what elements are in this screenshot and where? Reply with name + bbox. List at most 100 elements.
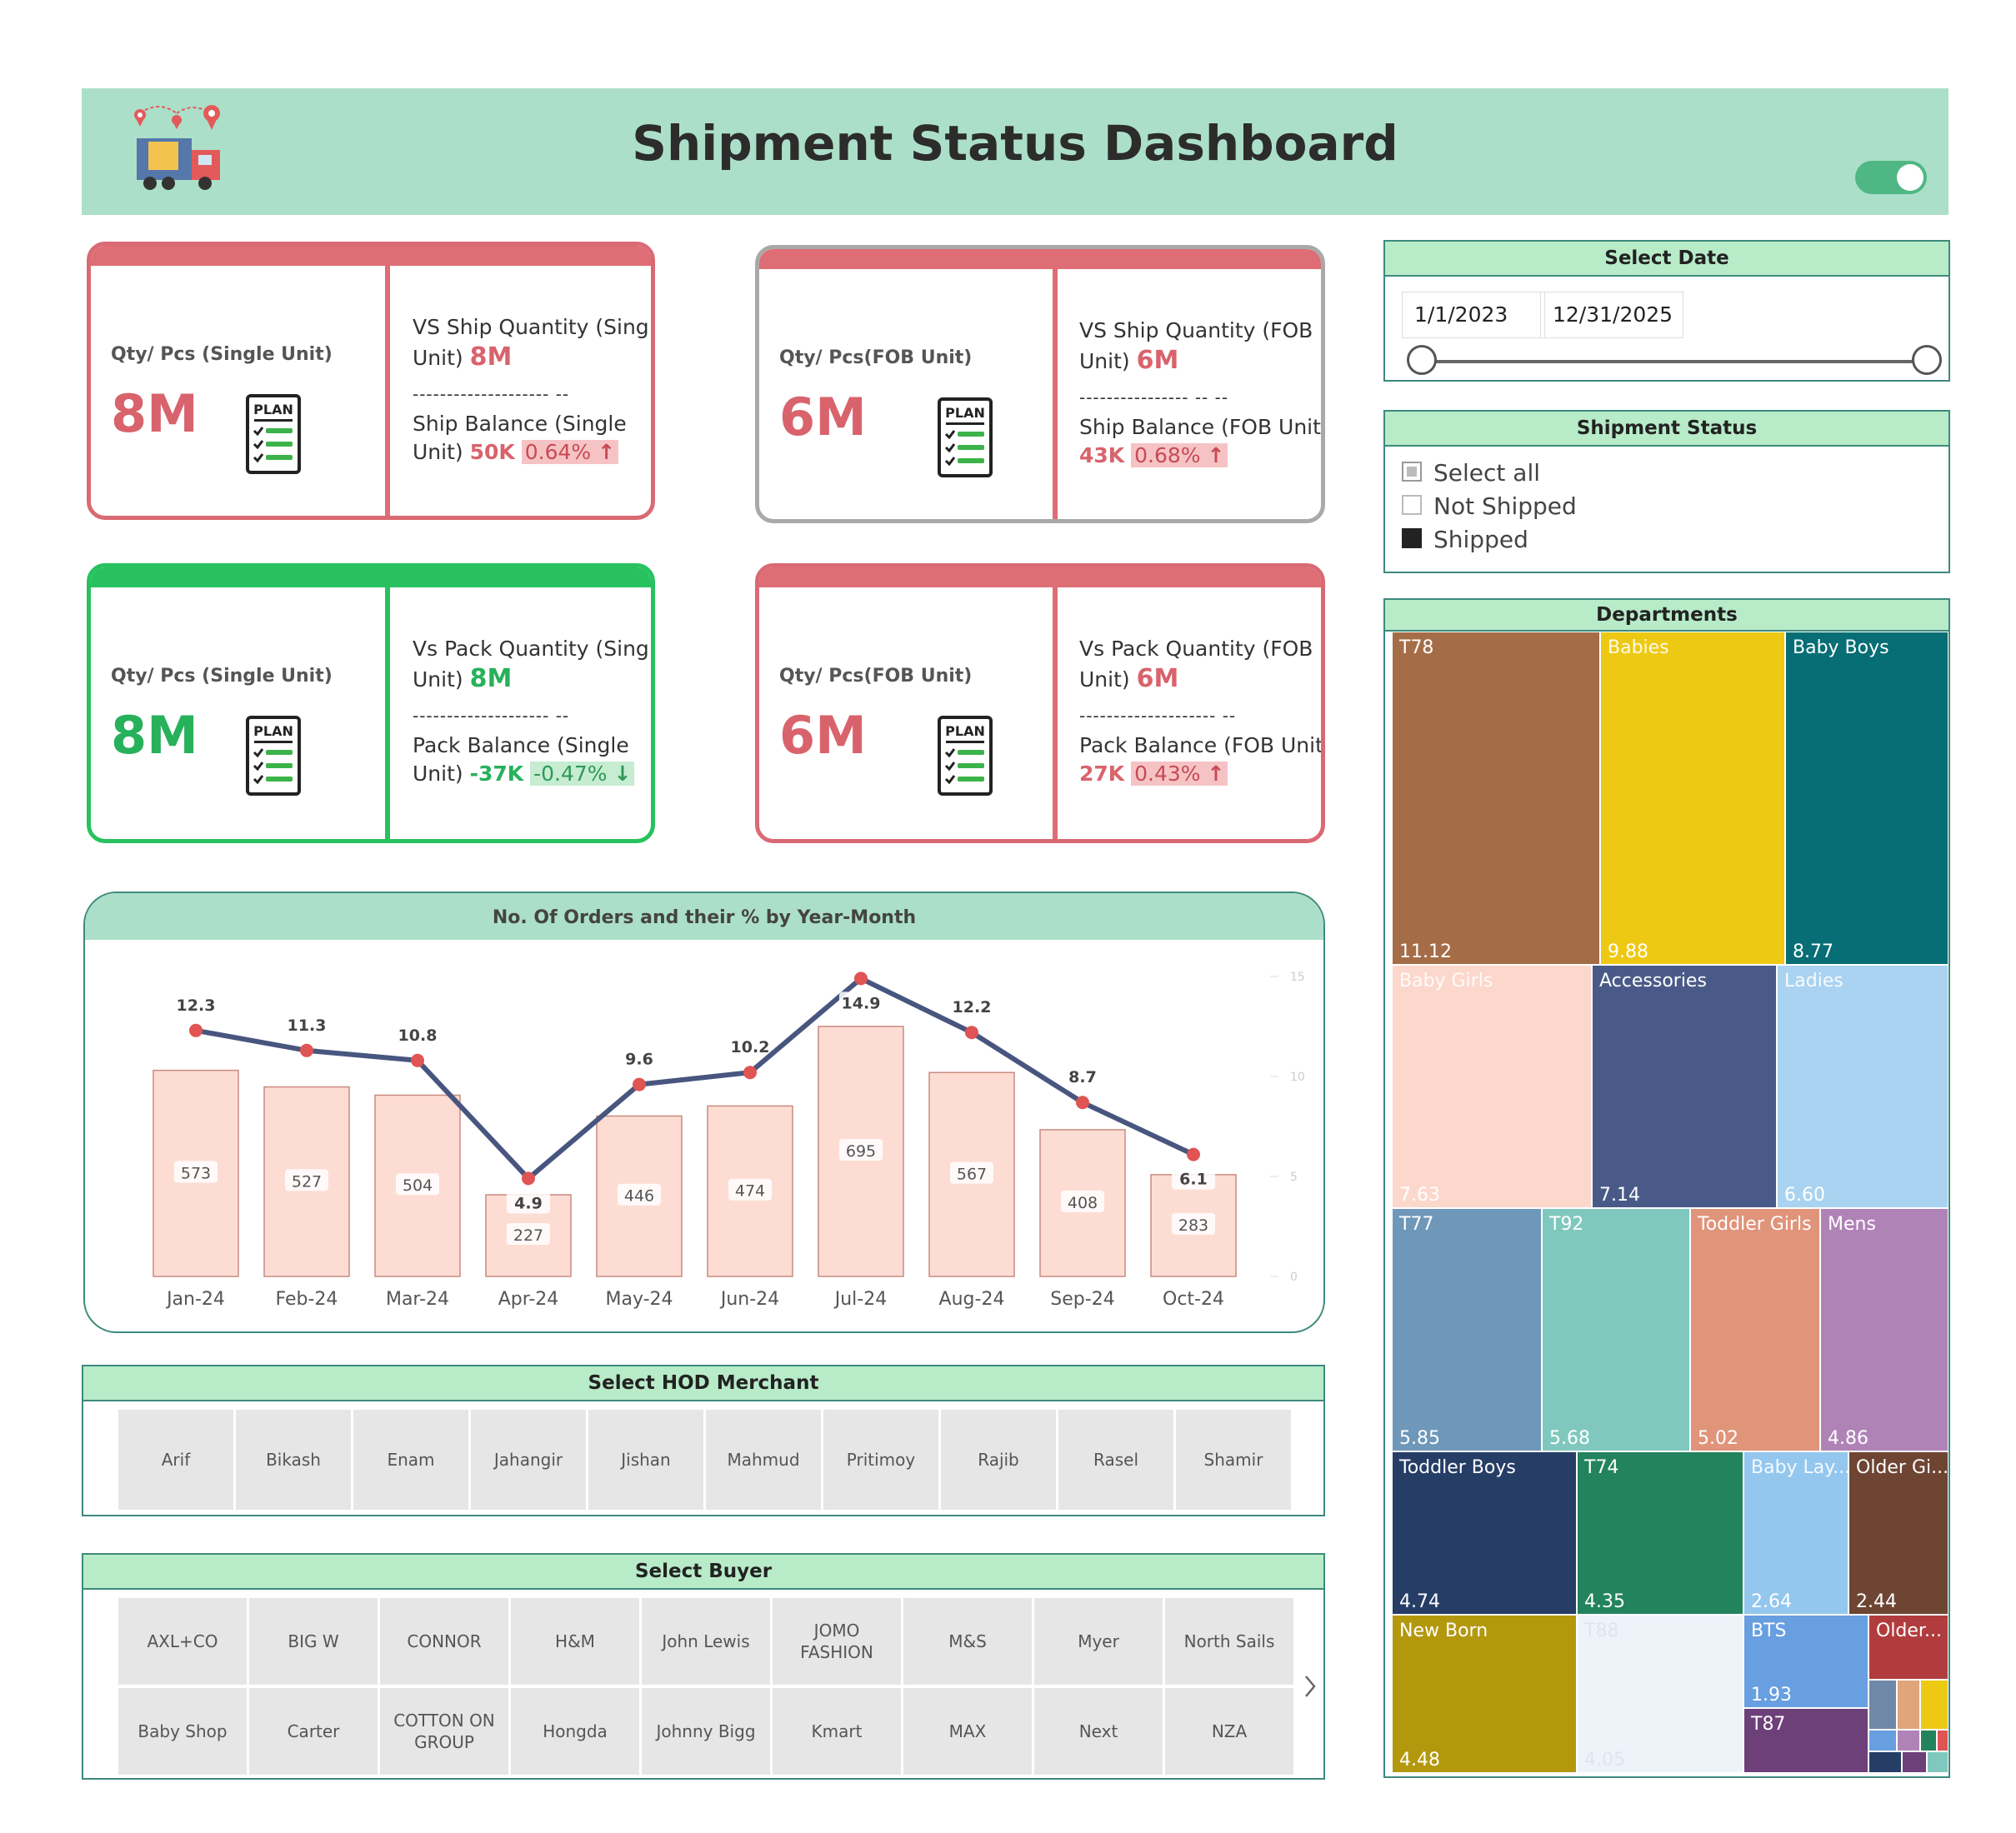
department-mini-tile[interactable] (1920, 1680, 1948, 1730)
buyer-option[interactable]: John Lewis (642, 1598, 770, 1685)
svg-text:PLAN: PLAN (253, 402, 293, 417)
hod-option-mahmud[interactable]: Mahmud (706, 1410, 821, 1510)
date-slider-end-handle[interactable] (1912, 345, 1942, 375)
department-value: 4.05 (1584, 1750, 1625, 1771)
svg-text:PLAN: PLAN (945, 405, 985, 421)
checkbox-icon[interactable] (1402, 495, 1422, 515)
hod-option-shamir[interactable]: Shamir (1176, 1410, 1291, 1510)
hod-option-rasel[interactable]: Rasel (1058, 1410, 1173, 1510)
department-name: Ladies (1784, 971, 1843, 991)
department-mini-tile[interactable] (1868, 1680, 1897, 1730)
department-tile[interactable]: Older... (1868, 1615, 1948, 1680)
theme-toggle[interactable] (1855, 161, 1927, 194)
date-slider-start-handle[interactable] (1407, 345, 1437, 375)
department-value: 11.12 (1399, 941, 1452, 962)
department-name: BTS (1751, 1621, 1787, 1641)
department-tile[interactable]: Ladies 6.60 (1777, 965, 1948, 1208)
buyer-option[interactable]: Johnny Bigg (642, 1688, 770, 1775)
department-mini-tile[interactable] (1897, 1680, 1920, 1730)
department-name: New Born (1399, 1621, 1488, 1641)
department-mini-tile[interactable] (1868, 1751, 1902, 1773)
department-tile[interactable]: Toddler Girls 5.02 (1690, 1208, 1820, 1451)
buyer-option[interactable]: Baby Shop (118, 1688, 247, 1775)
department-tile[interactable]: T78 11.12 (1392, 632, 1600, 965)
buyer-option[interactable]: NZA (1165, 1688, 1293, 1775)
hod-option-bikash[interactable]: Bikash (236, 1410, 351, 1510)
department-tile[interactable]: Toddler Boys 4.74 (1392, 1451, 1577, 1615)
department-tile[interactable]: Baby Girls 7.63 (1392, 965, 1592, 1208)
department-tile[interactable]: T92 5.68 (1542, 1208, 1690, 1451)
chevron-right-icon[interactable] (1302, 1673, 1318, 1700)
percent-point-Aug-24 (965, 1026, 978, 1040)
arrow-up-icon: ↑ (598, 440, 616, 464)
hod-option-jishan[interactable]: Jishan (588, 1410, 703, 1510)
status-option-select-all[interactable]: Select all (1402, 458, 1540, 488)
buyer-option[interactable]: JOMO FASHION (773, 1598, 901, 1685)
buyer-option[interactable]: Kmart (773, 1688, 901, 1775)
x-tick-label: Jul-24 (833, 1289, 887, 1310)
y2-tick-label: 0 (1290, 1271, 1298, 1284)
balance-percent-badge: 0.43% ↑ (1131, 762, 1228, 786)
department-tile[interactable]: T77 5.85 (1392, 1208, 1542, 1451)
date-filter-panel: Select Date 1/1/2023 12/31/2025 (1383, 240, 1950, 382)
partial-checkbox-icon[interactable] (1402, 462, 1422, 482)
department-tile[interactable]: Mens 4.86 (1820, 1208, 1948, 1451)
buyer-option[interactable]: AXL+CO (118, 1598, 247, 1685)
status-option-shipped[interactable]: Shipped (1402, 525, 1528, 555)
checked-checkbox-icon[interactable] (1402, 528, 1422, 548)
shipment-status-panel: Shipment Status Select all Not Shipped S… (1383, 410, 1950, 573)
buyer-option[interactable]: M&S (903, 1598, 1032, 1685)
vs-pack-line1: Vs Pack Quantity (Single (413, 637, 655, 661)
hod-option-arif[interactable]: Arif (118, 1410, 233, 1510)
panel-title: Select Buyer (83, 1555, 1323, 1590)
percent-value-label: 6.1 (1179, 1171, 1208, 1189)
buyer-option[interactable]: MAX (903, 1688, 1032, 1775)
department-mini-tile[interactable] (1868, 1730, 1897, 1751)
bar-value-label: 446 (624, 1187, 654, 1206)
department-tile[interactable]: T87 (1743, 1708, 1868, 1773)
hod-option-jahangir[interactable]: Jahangir (471, 1410, 586, 1510)
start-date-input[interactable]: 1/1/2023 (1402, 292, 1545, 338)
plan-checklist-icon: PLAN (246, 394, 301, 474)
department-value: 4.74 (1399, 1591, 1440, 1612)
panel-title: Select Date (1385, 242, 1948, 277)
hod-option-enam[interactable]: Enam (353, 1410, 468, 1510)
buyer-option[interactable]: COTTON ON GROUP (380, 1688, 508, 1775)
buyer-option[interactable]: BIG W (249, 1598, 378, 1685)
balance-line1: Ship Balance (FOB Unit) (1079, 415, 1325, 439)
department-mini-tile[interactable] (1920, 1730, 1937, 1751)
department-tile[interactable]: T88 4.05 (1577, 1615, 1743, 1773)
buyer-option[interactable]: North Sails (1165, 1598, 1293, 1685)
department-mini-tile[interactable] (1897, 1730, 1920, 1751)
department-tile[interactable]: Older Gi... 2.44 (1848, 1451, 1948, 1615)
bar-value-label: 408 (1068, 1194, 1098, 1212)
department-mini-tile[interactable] (1927, 1751, 1948, 1773)
date-slider-track[interactable] (1423, 360, 1930, 363)
buyer-option[interactable]: Hongda (511, 1688, 639, 1775)
buyer-option[interactable]: Next (1034, 1688, 1163, 1775)
buyer-option[interactable]: H&M (511, 1598, 639, 1685)
card-divider (385, 567, 390, 839)
department-mini-tile[interactable] (1902, 1751, 1927, 1773)
buyer-option[interactable]: Myer (1034, 1598, 1163, 1685)
department-mini-tile[interactable] (1937, 1730, 1948, 1751)
department-tile[interactable]: T74 4.35 (1577, 1451, 1743, 1615)
buyer-option[interactable]: Carter (249, 1688, 378, 1775)
end-date-input[interactable]: 12/31/2025 (1540, 292, 1683, 338)
balance-percent-badge: 0.68% ↑ (1131, 443, 1228, 467)
y2-tick-label: 15 (1290, 971, 1305, 984)
status-option-not-shipped[interactable]: Not Shipped (1402, 492, 1577, 522)
department-tile[interactable]: Babies 9.88 (1600, 632, 1785, 965)
department-name: T74 (1584, 1457, 1619, 1478)
department-tile[interactable]: New Born 4.48 (1392, 1615, 1577, 1773)
department-tile[interactable]: BTS 1.93 (1743, 1615, 1868, 1708)
hod-option-pritimoy[interactable]: Pritimoy (823, 1410, 938, 1510)
department-tile[interactable]: Baby Boys 8.77 (1785, 632, 1948, 965)
bar-value-label: 504 (403, 1176, 433, 1195)
department-tile[interactable]: Accessories 7.14 (1592, 965, 1777, 1208)
header-bar: Shipment Status Dashboard (82, 88, 1948, 215)
hod-option-rajib[interactable]: Rajib (941, 1410, 1056, 1510)
vs-ship-line2: Unit) 8M (413, 342, 513, 372)
department-tile[interactable]: Baby Lay... 2.64 (1743, 1451, 1848, 1615)
buyer-option[interactable]: CONNOR (380, 1598, 508, 1685)
